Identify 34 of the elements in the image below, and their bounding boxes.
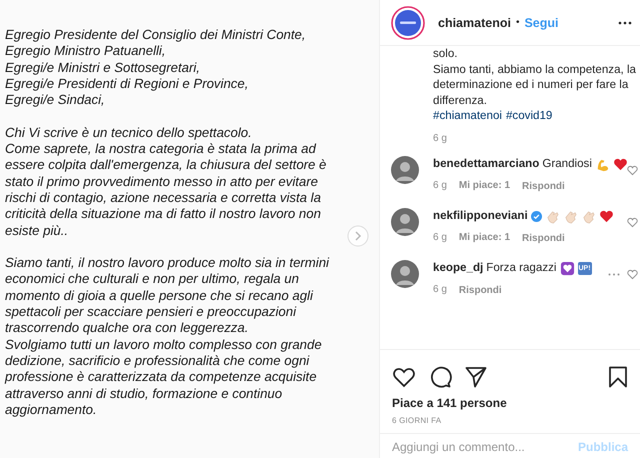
clapping-hands-icon — [562, 208, 578, 224]
comment-username[interactable]: keope_dj — [433, 260, 484, 276]
heart-icon — [598, 208, 614, 224]
like-heart-icon[interactable] — [392, 365, 416, 389]
heart-square-icon — [560, 260, 574, 276]
time-ago: 6 g — [433, 179, 447, 193]
time-ago: 6 g — [433, 132, 447, 144]
comment-text: Forza ragazzi — [486, 260, 556, 276]
avatar-icon[interactable] — [391, 260, 419, 288]
clapping-hands-icon — [580, 208, 596, 224]
profile-logo-icon[interactable] — [391, 6, 425, 40]
clapping-hands-icon — [544, 208, 560, 224]
more-options-icon[interactable] — [618, 20, 632, 24]
separator: • — [516, 17, 520, 28]
comment-icon[interactable] — [428, 365, 452, 389]
avatar-icon[interactable] — [391, 208, 419, 236]
comment-username[interactable]: benedettamarciano — [433, 156, 540, 172]
username[interactable]: chiamatenoi — [438, 16, 511, 30]
comment-username[interactable]: nekfilipponeviani — [433, 208, 528, 224]
hashtag-link[interactable]: #chiamatenoi — [433, 108, 502, 124]
likes-count[interactable]: Piace a 141 persone — [380, 392, 640, 410]
letter-paragraph: Chi Vi scrive è un tecnico dello spettacolo. Come saprete, la nostra categoria è stata la prima ad essere colpita dall'emergenza, la chiusura del settore è stato il primo provvedimento messo in atto per evitare rischi di contagio, azione necessaria e corretta vista la criticità della situazione ma di fatto il nostro lavoro non esiste più.. — [5, 124, 326, 239]
caption-text: solo. Siamo tanti, abbiamo la competenza, la determinazione ed i numeri per fare la differenza. — [433, 46, 636, 108]
comment-text: Grandiosi — [542, 156, 592, 172]
share-icon[interactable] — [464, 365, 488, 389]
letter-paragraph: Egregio Presidente del Consiglio dei Ministri Conte, Egregio Ministro Patuanelli, Egregi/e Ministri e Sottosegretari, Egregi/e Presidenti di Regioni e Province, Egregi/e Sindaci, — [5, 27, 306, 108]
time-ago: 6 g — [433, 283, 447, 297]
hashtag-link[interactable]: #covid19 — [506, 108, 552, 124]
avatar-icon[interactable] — [391, 156, 419, 184]
letter-paragraph: Siamo tanti, il nostro lavoro produce molto sia in termini economici che culturali e non per ultimo, regala un momento di gioia a quelle persone che si recano agli spettacoli per scacciare pensieri e preoccupazioni trascorrendo qualche ora con leggerezza. Svolgiamo tutti un lavoro molto complesso con grande dedizione, sacrificio e professionalità che come ogni professione è caratterizzata da competenze acquisite attraverso anni di studio, formazione e continuo aggiornamento. — [5, 255, 329, 418]
heart-icon — [612, 156, 628, 172]
post-date: 6 GIORNI FA — [380, 410, 640, 434]
time-ago: 6 g — [433, 231, 447, 245]
bookmark-icon[interactable] — [606, 365, 630, 389]
